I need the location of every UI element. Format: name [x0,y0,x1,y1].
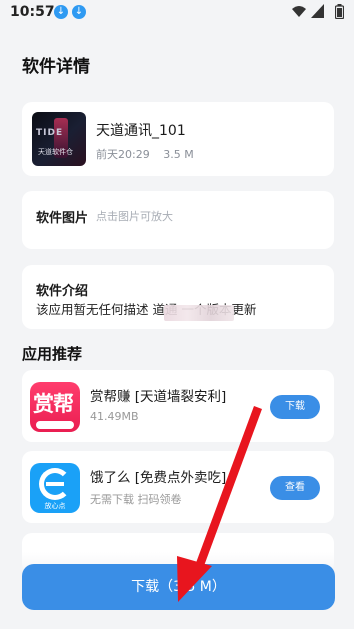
app-info-card: TIDE 天道软件仓 天道通讯_101 前天20:29 3.5 M [22,102,334,176]
recommend-item[interactable]: 赏帮 赏帮赚 [天道墙裂安利] 41.49MB 下载 [22,370,334,442]
app-name: 天道通讯_101 [96,123,186,139]
pictures-hint: 点击图片可放大 [96,210,173,223]
intro-title: 软件介绍 [36,284,89,299]
app-date: 前天20:29 [96,148,150,161]
recommend-title: 应用推荐 [22,345,83,363]
battery-icon [335,4,344,19]
recommend-item-name: 赏帮赚 [天道墙裂安利] [90,389,227,405]
download-notification-icon: ↓ [72,5,86,19]
app-size: 3.5 M [163,148,194,161]
redaction-blur [164,305,234,321]
main-download-button[interactable]: 下载（3.5 M） [22,564,335,610]
pictures-title: 软件图片 [36,211,89,226]
signal-icon [311,4,324,18]
recommend-item-sub: 无需下载 扫码领卷 [90,493,182,506]
app-icon: TIDE 天道软件仓 [32,112,86,166]
app-icon: 放心点 [30,463,80,513]
recommend-item-name: 饿了么 [免费点外卖吃] [90,470,227,486]
status-time: 10:57 [10,4,55,20]
download-notification-icon: ↓ [54,5,68,19]
wifi-icon [292,6,306,17]
recommend-item[interactable]: 放心点 饿了么 [免费点外卖吃] 无需下载 扫码领卷 查看 [22,451,334,523]
download-button[interactable]: 下载 [270,395,320,419]
app-intro-card: 软件介绍 该应用暂无任何描述 道通 一个版本更新 [22,265,334,329]
recommend-item-sub: 41.49MB [90,410,139,423]
view-button[interactable]: 查看 [270,476,320,500]
app-meta: 前天20:29 3.5 M [96,146,204,162]
status-bar: 10:57 ↓ ↓ [0,0,354,26]
app-icon: 赏帮 [30,382,80,432]
app-pictures-card[interactable]: 软件图片 点击图片可放大 [22,191,334,249]
page-title: 软件详情 [22,57,90,77]
